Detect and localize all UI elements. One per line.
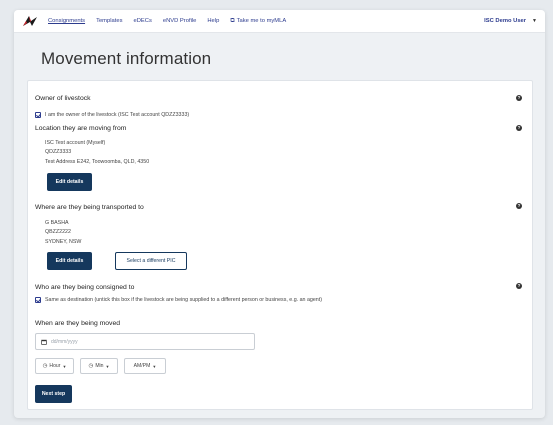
clock-icon: ◷ — [88, 363, 94, 369]
nav-envd-profile[interactable]: eNVD Profile — [163, 18, 197, 24]
external-link-icon: ⧉ — [230, 17, 235, 24]
mymla-link-label: Take me to myMLA — [236, 17, 287, 24]
consigned-checkbox-label: Same as destination (untick this box if … — [45, 297, 322, 303]
date-placeholder: dd/mm/yyyy — [51, 338, 78, 345]
min-label: Min — [95, 363, 104, 369]
ampm-label: AM/PM — [133, 363, 151, 369]
consigned-heading: Who are they being consigned to — [35, 284, 135, 291]
help-icon[interactable]: ? — [516, 95, 522, 101]
owner-checkbox[interactable] — [35, 112, 41, 118]
help-icon[interactable]: ? — [516, 203, 522, 209]
nav-templates[interactable]: Templates — [96, 18, 122, 24]
mla-logo[interactable] — [22, 14, 38, 28]
to-pic: QBZZ2222 — [45, 229, 71, 236]
nav-mymla-link[interactable]: ⧉ Take me to myMLA — [230, 18, 286, 25]
select-different-pic-button[interactable]: Select a different PIC — [115, 252, 187, 270]
ampm-select[interactable]: AM/PM ▼ — [124, 358, 166, 374]
from-heading: Location they are moving from — [35, 125, 127, 132]
nav-consignments[interactable]: Consignments — [48, 18, 85, 24]
owner-checkbox-label: I am the owner of the livestock (ISC Tes… — [45, 112, 190, 118]
logo-icon — [23, 16, 37, 26]
movement-form-card: Owner of livestock ? I am the owner of t… — [27, 80, 533, 410]
chevron-down-icon: ▼ — [62, 363, 67, 369]
when-heading: When are they being moved — [35, 320, 121, 327]
date-input[interactable]: dd/mm/yyyy — [35, 333, 255, 350]
to-name: G BASHA — [45, 220, 69, 226]
to-address: SYDNEY, NSW — [45, 238, 82, 245]
owner-checkbox-row[interactable]: I am the owner of the livestock (ISC Tes… — [35, 112, 189, 118]
to-address-block: G BASHA QBZZ2222 SYDNEY, NSW — [45, 219, 81, 247]
consigned-checkbox[interactable] — [35, 297, 41, 303]
to-edit-details-button[interactable]: Edit details — [47, 252, 92, 270]
from-name: ISC Test account (Myself) — [45, 140, 106, 146]
next-step-button[interactable]: Next step — [35, 385, 72, 403]
from-address: Test Address E242, Toowoomba, QLD, 4350 — [45, 158, 150, 165]
from-address-block: ISC Test account (Myself) QDZZ3333 Test … — [45, 139, 149, 167]
chevron-down-icon: ▼ — [105, 363, 110, 369]
from-pic: QDZZ3333 — [45, 149, 72, 156]
from-edit-details-button[interactable]: Edit details — [47, 173, 92, 191]
nav-edecs[interactable]: eDECs — [133, 18, 151, 24]
nav-help[interactable]: Help — [207, 18, 219, 24]
owner-heading: Owner of livestock — [35, 95, 91, 102]
hour-select[interactable]: ◷ Hour ▼ — [35, 358, 74, 374]
minute-select[interactable]: ◷ Min ▼ — [80, 358, 118, 374]
hour-label: Hour — [49, 363, 61, 369]
help-icon[interactable]: ? — [516, 283, 522, 289]
help-icon[interactable]: ? — [516, 125, 522, 131]
page-title: Movement information — [41, 49, 212, 68]
clock-icon: ◷ — [42, 363, 48, 369]
chevron-down-icon: ▼ — [152, 363, 157, 369]
consigned-checkbox-row[interactable]: Same as destination (untick this box if … — [35, 297, 322, 303]
to-heading: Where are they being transported to — [35, 204, 144, 211]
caret-down-icon[interactable]: ▼ — [532, 18, 537, 24]
top-nav: Consignments Templates eDECs eNVD Profil… — [14, 10, 545, 33]
user-menu[interactable]: ISC Demo User — [484, 18, 526, 24]
calendar-icon — [41, 339, 47, 345]
